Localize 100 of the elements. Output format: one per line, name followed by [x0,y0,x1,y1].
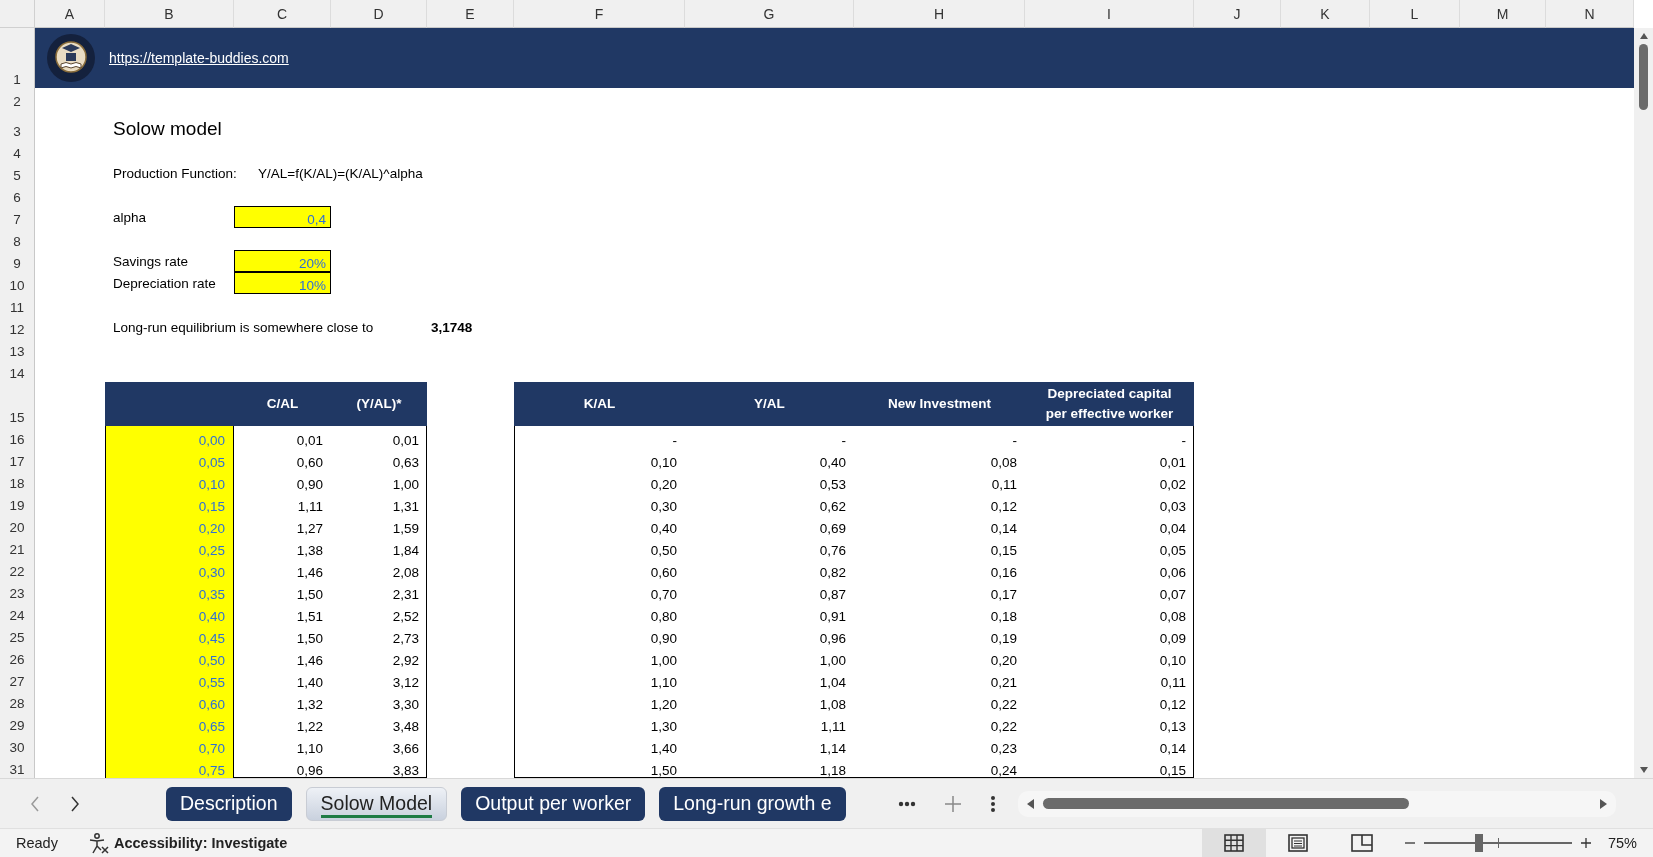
view-button[interactable] [1201,829,1266,857]
column-header[interactable]: A [35,0,105,28]
table-cell-text: 0,09 [1158,630,1187,646]
column-header[interactable]: J [1194,0,1281,28]
table-cell-text: 1,08 [818,696,847,712]
page-break-view-icon[interactable] [1350,834,1373,852]
row-header[interactable]: 22 [0,558,35,580]
column-header[interactable]: M [1460,0,1546,28]
column-header[interactable]: H [854,0,1025,28]
scroll-down-icon[interactable] [1638,766,1649,774]
row-header[interactable]: 10 [0,272,35,294]
column-header[interactable]: G [685,0,854,28]
input-cell[interactable]: 0,60 [106,690,234,712]
normal-view-icon[interactable] [1223,834,1244,852]
sheet-tab[interactable]: Description [166,786,292,821]
row-header[interactable]: 29 [0,712,35,734]
zoom-slider[interactable] [1423,834,1572,852]
scroll-thumb[interactable] [1639,44,1648,110]
parameter-input[interactable]: 10% [234,272,331,294]
page-layout-view-icon[interactable] [1287,834,1308,852]
input-cell[interactable]: 0,35 [106,580,234,602]
zoom-level[interactable]: 75% [1599,835,1653,851]
row-header[interactable]: 16 [0,426,35,448]
row-header[interactable]: 9 [0,250,35,272]
input-cell[interactable]: 0,25 [106,536,234,558]
input-cell[interactable]: 0,45 [106,624,234,646]
table-cell-text: 0,91 [818,608,847,624]
input-cell[interactable]: 0,10 [106,470,234,492]
input-cell[interactable]: 0,15 [106,492,234,514]
zoom-in-icon[interactable] [1579,837,1592,849]
next-sheet-icon[interactable] [70,795,80,812]
column-header[interactable]: C [234,0,331,28]
row-header[interactable]: 28 [0,690,35,712]
row-header[interactable]: 15 [0,382,35,426]
row-header[interactable]: 18 [0,470,35,492]
sheet-tab[interactable]: Long-run growth e [659,786,846,821]
column-header[interactable]: B [105,0,234,28]
sheet-tab[interactable]: Solow Model [305,786,448,821]
input-cell[interactable]: 0,05 [106,448,234,470]
row-header[interactable]: 30 [0,734,35,756]
row-header[interactable]: 7 [0,206,35,228]
input-cell[interactable]: 0,30 [106,558,234,580]
table-cell-text: 0,30 [649,498,678,514]
scroll-right-icon[interactable] [1599,797,1608,810]
row-header[interactable]: 21 [0,536,35,558]
column-header[interactable]: F [514,0,685,28]
row-header[interactable]: 8 [0,228,35,250]
input-cell[interactable]: 0,75 [106,756,234,778]
row-header[interactable]: 14 [0,360,35,382]
accessibility-status[interactable]: Accessibility: Investigate [114,835,288,851]
row-header[interactable]: 12 [0,316,35,338]
more-icon[interactable] [898,800,916,807]
row-header[interactable]: 27 [0,668,35,690]
column-header[interactable]: D [331,0,427,28]
input-cell[interactable]: 0,50 [106,646,234,668]
input-cell[interactable]: 0,20 [106,514,234,536]
table-cell-text: 0,22 [989,718,1018,734]
column-header[interactable]: N [1546,0,1634,28]
row-header[interactable]: 6 [0,184,35,206]
input-cell[interactable]: 0,40 [106,602,234,624]
column-header[interactable]: I [1025,0,1194,28]
input-cell[interactable]: 0,55 [106,668,234,690]
table-cell-text: 1,40 [649,740,678,756]
row-header[interactable]: 17 [0,448,35,470]
row-header[interactable]: 31 [0,756,35,778]
input-cell[interactable]: 0,00 [106,426,234,448]
scroll-thumb[interactable] [1043,798,1409,809]
row-header[interactable]: 26 [0,646,35,668]
row-header[interactable]: 1 [0,28,35,88]
row-header[interactable]: 13 [0,338,35,360]
table-cell-text: 0,01 [1158,454,1187,470]
row-header[interactable]: 4 [0,140,35,162]
table-cell-text: 1,50 [649,762,678,778]
row-header[interactable]: 25 [0,624,35,646]
row-header[interactable]: 3 [0,110,35,140]
options-icon[interactable] [990,794,996,813]
accessibility-icon[interactable] [88,832,110,854]
parameter-input[interactable]: 20% [234,250,331,272]
row-header[interactable]: 11 [0,294,35,316]
table-cell-text: 1,22 [295,718,324,734]
website-link[interactable]: https://template-buddies.com [109,50,289,66]
column-header[interactable]: K [1281,0,1370,28]
horizontal-scrollbar[interactable] [1018,790,1616,817]
scroll-up-icon[interactable] [1638,32,1649,40]
row-header[interactable]: 20 [0,514,35,536]
row-header[interactable]: 19 [0,492,35,514]
row-header[interactable]: 5 [0,162,35,184]
input-cell[interactable]: 0,65 [106,712,234,734]
row-header[interactable]: 23 [0,580,35,602]
column-header[interactable]: L [1370,0,1460,28]
column-header[interactable]: E [427,0,514,28]
row-header[interactable]: 2 [0,88,35,110]
scroll-left-icon[interactable] [1026,797,1035,810]
vertical-scrollbar[interactable] [1634,28,1653,778]
input-cell[interactable]: 0,70 [106,734,234,756]
parameter-input[interactable]: 0,4 [234,206,331,228]
sheet-tab[interactable]: Output per worker [461,786,646,821]
row-header[interactable]: 24 [0,602,35,624]
parameter-label: Depreciation rate [112,276,217,293]
zoom-slider-thumb[interactable] [1474,834,1483,852]
